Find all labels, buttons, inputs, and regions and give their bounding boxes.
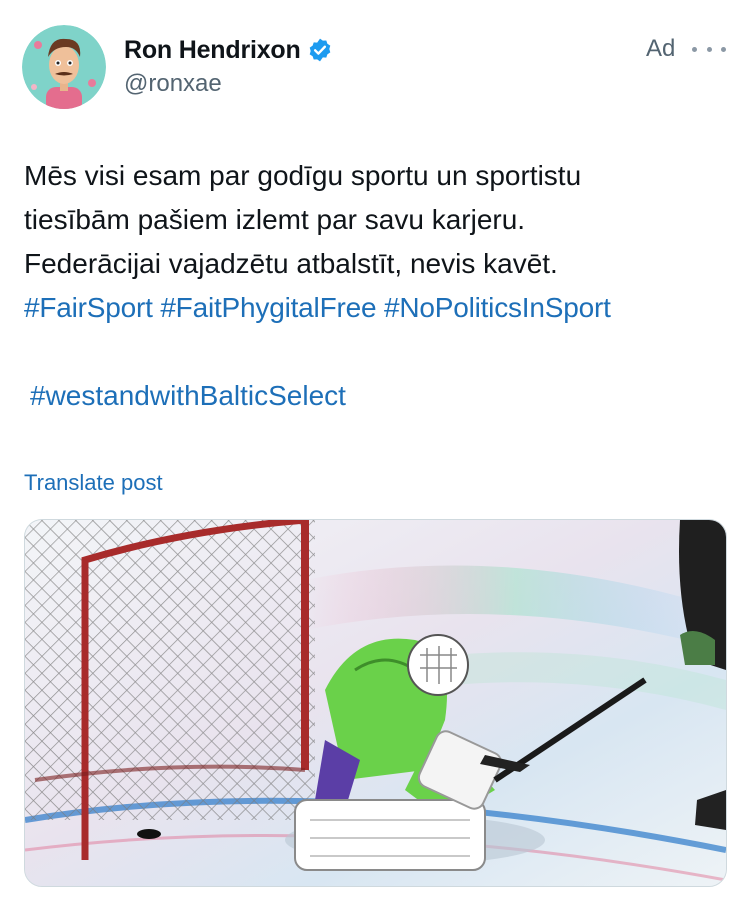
avatar[interactable] — [22, 25, 106, 109]
author-name-row[interactable]: Ron Hendrixon — [124, 34, 333, 66]
author-display-name[interactable]: Ron Hendrixon — [124, 36, 301, 65]
cartoon-avatar-icon — [22, 25, 106, 109]
hockey-goalie-photo — [25, 520, 726, 886]
post-text: Mēs visi esam par godīgu sportu un sport… — [24, 154, 739, 330]
hashtag-link[interactable]: #NoPoliticsInSport — [384, 292, 611, 323]
ad-label: Ad — [646, 35, 676, 62]
more-horizontal-icon[interactable] — [692, 38, 726, 60]
post-text-line: Mēs visi esam par godīgu sportu un sport… — [24, 160, 582, 191]
ad-post[interactable]: Ron Hendrixon @ronxae Ad Mēs visi esam p… — [0, 0, 749, 913]
hashtag-link[interactable]: #westandwithBalticSelect — [30, 374, 346, 418]
hashtag-link[interactable]: #FairSport — [24, 292, 153, 323]
verified-badge-icon — [309, 38, 330, 62]
author-handle[interactable]: @ronxae — [124, 70, 222, 98]
post-text-line: tiesībām pašiem izlemt par savu karjeru. — [24, 204, 526, 235]
post-media-image[interactable] — [24, 519, 727, 887]
hashtag-link[interactable]: #FaitPhygitalFree — [160, 292, 376, 323]
hashtag-row: #FairSport #FaitPhygitalFree #NoPolitics… — [24, 286, 739, 330]
translate-post-link[interactable]: Translate post — [24, 470, 163, 496]
post-text-line: Federācijai vajadzētu atbalstīt, nevis k… — [24, 248, 558, 279]
